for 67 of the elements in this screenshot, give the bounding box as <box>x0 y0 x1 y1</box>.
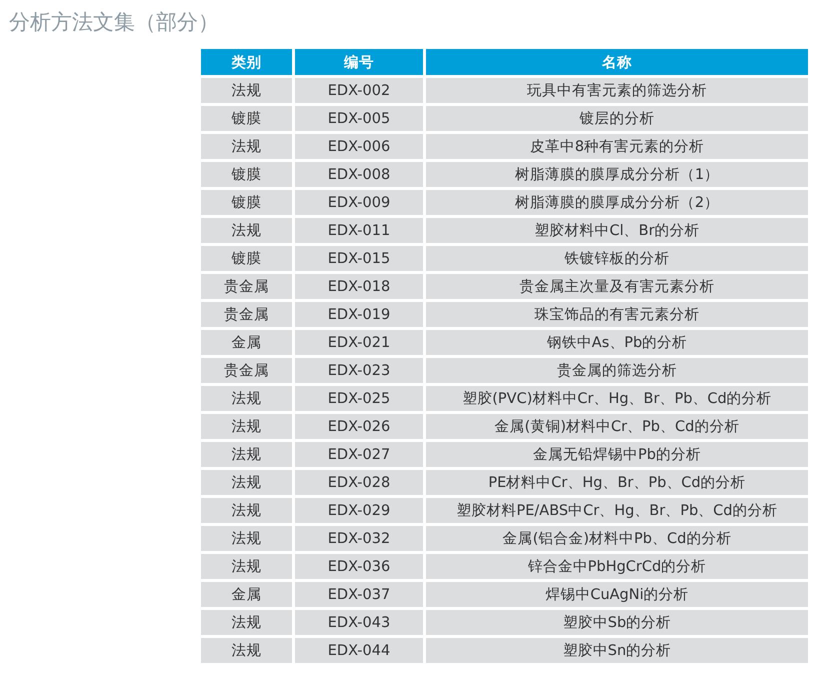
table-cell: PE材料中Cr、Hg、Br、Pb、Cd的分析 <box>426 470 808 495</box>
table-cell: 镀膜 <box>201 246 292 271</box>
table-cell: 镀膜 <box>201 190 292 215</box>
table-cell: 贵金属 <box>201 274 292 299</box>
table-cell: 贵金属的筛选分析 <box>426 358 808 383</box>
table-cell: 塑胶材料中Cl、Br的分析 <box>426 218 808 243</box>
table-cell: EDX-032 <box>295 526 423 551</box>
table-cell: EDX-037 <box>295 582 423 607</box>
table-cell: 玩具中有害元素的筛选分析 <box>426 78 808 103</box>
table-cell: 法规 <box>201 386 292 411</box>
table-cell: EDX-015 <box>295 246 423 271</box>
table-cell: 贵金属 <box>201 358 292 383</box>
table-cell: 镀膜 <box>201 106 292 131</box>
table-cell: EDX-018 <box>295 274 423 299</box>
table-cell: 珠宝饰品的有害元素分析 <box>426 302 808 327</box>
table-cell: 法规 <box>201 638 292 663</box>
table-cell: 法规 <box>201 498 292 523</box>
table-cell: 焊锡中CuAgNi的分析 <box>426 582 808 607</box>
table-cell: EDX-021 <box>295 330 423 355</box>
table-cell: 金属 <box>201 330 292 355</box>
table-cell: 法规 <box>201 526 292 551</box>
table-cell: EDX-027 <box>295 442 423 467</box>
table-cell: EDX-009 <box>295 190 423 215</box>
table-cell: 法规 <box>201 78 292 103</box>
table-cell: EDX-043 <box>295 610 423 635</box>
table-cell: 法规 <box>201 554 292 579</box>
table-cell: 锌合金中PbHgCrCd的分析 <box>426 554 808 579</box>
table-cell: 钢铁中As、Pb的分析 <box>426 330 808 355</box>
table-cell: 法规 <box>201 414 292 439</box>
column-header: 类别 <box>201 49 292 75</box>
column-header: 名称 <box>426 49 808 75</box>
table-cell: EDX-019 <box>295 302 423 327</box>
table-cell: EDX-025 <box>295 386 423 411</box>
table-cell: 贵金属主次量及有害元素分析 <box>426 274 808 299</box>
table-cell: 法规 <box>201 134 292 159</box>
table-cell: 铁镀锌板的分析 <box>426 246 808 271</box>
table-cell: EDX-005 <box>295 106 423 131</box>
table-cell: 树脂薄膜的膜厚成分分析（2） <box>426 190 808 215</box>
table-cell: EDX-023 <box>295 358 423 383</box>
page-title: 分析方法文集（部分） <box>9 9 219 35</box>
table-cell: 镀膜 <box>201 162 292 187</box>
table-cell: 法规 <box>201 470 292 495</box>
table-cell: EDX-036 <box>295 554 423 579</box>
table-cell: 塑胶(PVC)材料中Cr、Hg、Br、Pb、Cd的分析 <box>426 386 808 411</box>
table-cell: 金属(铝合金)材料中Pb、Cd的分析 <box>426 526 808 551</box>
table-cell: 金属无铅焊锡中Pb的分析 <box>426 442 808 467</box>
table-cell: 法规 <box>201 610 292 635</box>
table-cell: 法规 <box>201 442 292 467</box>
table-cell: EDX-026 <box>295 414 423 439</box>
table-cell: EDX-044 <box>295 638 423 663</box>
table-cell: 贵金属 <box>201 302 292 327</box>
table-cell: 镀层的分析 <box>426 106 808 131</box>
table-cell: EDX-011 <box>295 218 423 243</box>
table-cell: 法规 <box>201 218 292 243</box>
table-cell: 树脂薄膜的膜厚成分分析（1） <box>426 162 808 187</box>
table-cell: EDX-006 <box>295 134 423 159</box>
table-cell: 金属(黄铜)材料中Cr、Pb、Cd的分析 <box>426 414 808 439</box>
table-cell: 金属 <box>201 582 292 607</box>
table-cell: EDX-008 <box>295 162 423 187</box>
table-cell: 塑胶材料PE/ABS中Cr、Hg、Br、Pb、Cd的分析 <box>426 498 808 523</box>
column-header: 编号 <box>295 49 423 75</box>
table-cell: EDX-002 <box>295 78 423 103</box>
table-cell: EDX-029 <box>295 498 423 523</box>
table-cell: 塑胶中Sb的分析 <box>426 610 808 635</box>
table-cell: 塑胶中Sn的分析 <box>426 638 808 663</box>
table-cell: EDX-028 <box>295 470 423 495</box>
table-cell: 皮革中8种有害元素的分析 <box>426 134 808 159</box>
